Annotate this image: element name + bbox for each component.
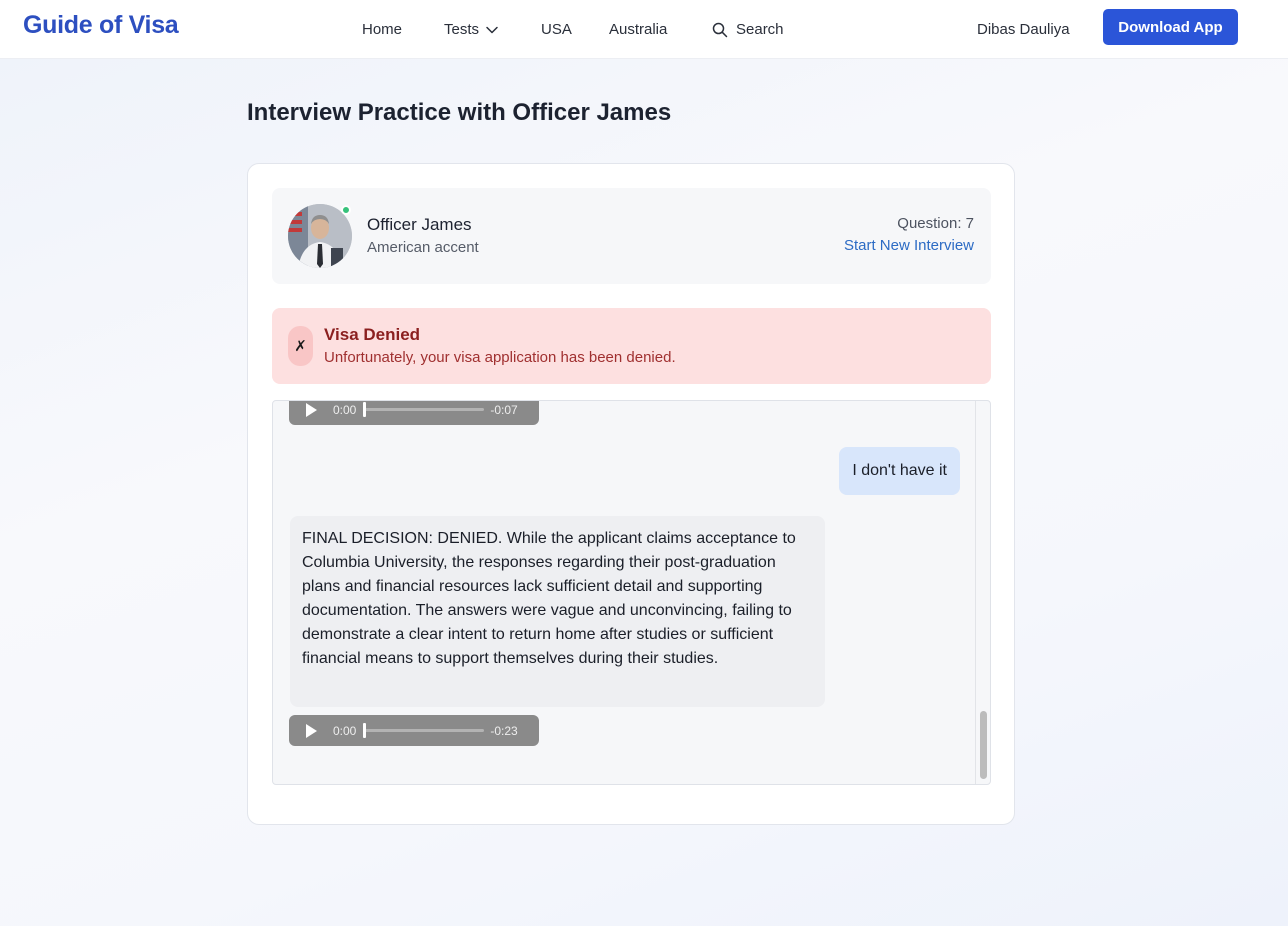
user-name[interactable]: Dibas Dauliya [977, 0, 1070, 59]
chat-scrollbar-thumb[interactable] [980, 711, 987, 779]
decision-message: Unfortunately, your visa application has… [324, 349, 676, 366]
audio-progress-thumb[interactable] [363, 402, 367, 417]
page-title: Interview Practice with Officer James [247, 99, 672, 126]
audio-current-time: 0:00 [333, 402, 357, 417]
nav-item-search[interactable]: Search [712, 0, 784, 59]
chat-transcript[interactable]: 0:00 -0:07 I don't have it FINAL DECISIO… [272, 400, 991, 785]
nav-item-label: Home [362, 21, 403, 38]
online-status-dot [341, 205, 351, 215]
nav-item-home[interactable]: Home [362, 0, 402, 59]
officer-info-panel: Officer James American accent Question: … [272, 188, 991, 284]
visa-denied-banner: ✗ Visa Denied Unfortunately, your visa a… [272, 308, 991, 384]
decision-title: Visa Denied [324, 325, 421, 344]
play-icon[interactable] [306, 402, 317, 417]
audio-player[interactable]: 0:00 -0:07 [289, 401, 539, 425]
cross-icon: ✗ [288, 326, 313, 366]
chevron-down-icon [485, 23, 499, 37]
audio-remaining-time: -0:07 [490, 402, 518, 417]
audio-progress-track[interactable] [363, 723, 485, 738]
nav-item-label: USA [541, 21, 572, 38]
officer-message: FINAL DECISION: DENIED. While the applic… [290, 516, 825, 707]
nav-item-tests[interactable]: Tests [444, 0, 499, 59]
interview-card: Officer James American accent Question: … [247, 163, 1015, 825]
download-app-button[interactable]: Download App [1103, 9, 1238, 45]
top-navigation-bar: Guide of Visa Home Tests USA Australia S… [0, 0, 1288, 59]
audio-current-time: 0:00 [333, 723, 357, 738]
nav-item-usa[interactable]: USA [541, 0, 572, 59]
nav-item-label: Tests [444, 21, 480, 38]
search-icon [712, 22, 728, 38]
officer-accent: American accent [367, 239, 479, 256]
audio-progress-thumb[interactable] [363, 723, 367, 738]
play-icon[interactable] [306, 723, 317, 738]
user-message: I don't have it [839, 447, 960, 495]
audio-player[interactable]: 0:00 -0:23 [289, 715, 539, 746]
nav-item-label: Australia [609, 21, 668, 38]
audio-progress-track[interactable] [363, 402, 485, 417]
audio-remaining-time: -0:23 [490, 723, 518, 738]
nav-item-label: Search [736, 21, 784, 38]
officer-name: Officer James [367, 215, 472, 234]
start-new-interview-link[interactable]: Start New Interview [844, 237, 974, 254]
nav-item-australia[interactable]: Australia [609, 0, 667, 59]
question-counter: Question: 7 [897, 215, 974, 232]
logo[interactable]: Guide of Visa [23, 11, 179, 40]
